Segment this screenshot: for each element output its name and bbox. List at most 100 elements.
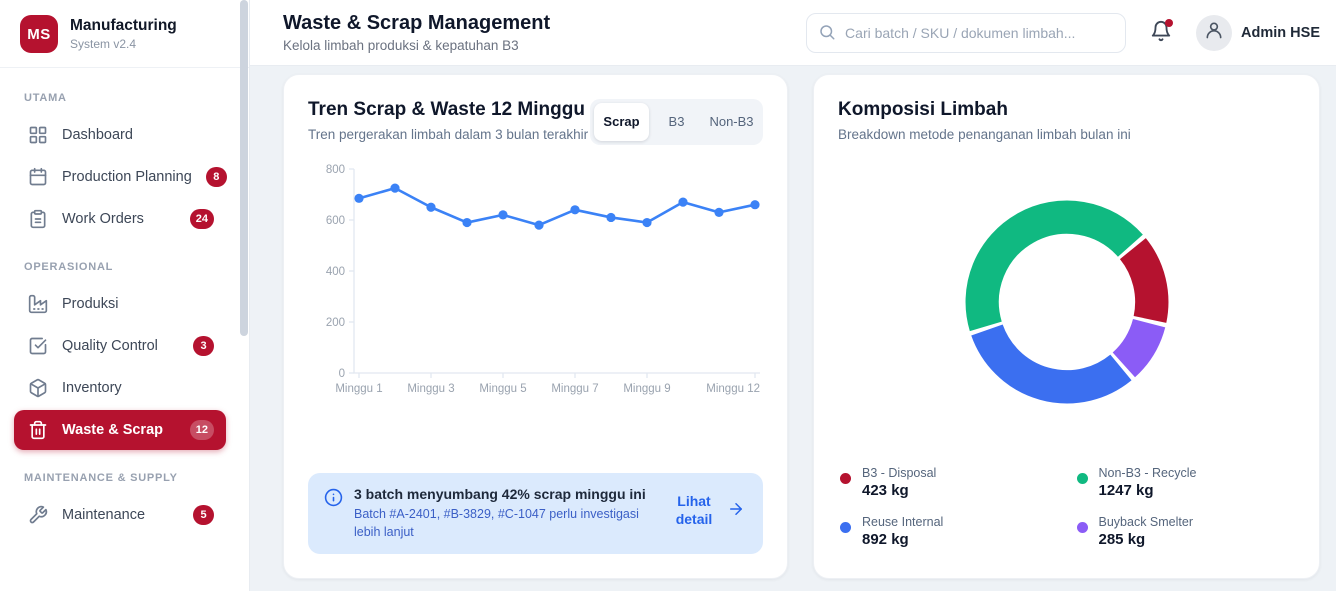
svg-text:400: 400	[326, 266, 345, 278]
count-badge: 5	[193, 505, 214, 525]
line-chart-point	[750, 200, 759, 209]
line-chart-point	[678, 198, 687, 207]
svg-text:Minggu 3: Minggu 3	[407, 383, 454, 395]
avatar	[1196, 15, 1232, 51]
topbar-actions: Admin HSE	[806, 13, 1320, 53]
notifications-button[interactable]	[1142, 14, 1180, 52]
view-detail-link[interactable]: Lihat detail	[668, 486, 747, 534]
app-root: MS Manufacturing System v2.4 UTAMA Dashb…	[0, 0, 1336, 591]
donut-segment-buyback-smelter	[1123, 323, 1148, 365]
app-logo: MS Manufacturing System v2.4	[0, 0, 249, 68]
legend-item-non-b3-recycle: Non-B3 - Recycle 1247 kg	[1077, 466, 1294, 499]
sidebar-item-dashboard[interactable]: Dashboard	[14, 115, 226, 155]
legend-item-buyback-smelter: Buyback Smelter 285 kg	[1077, 515, 1294, 548]
insight-description: Batch #A-2401, #B-3829, #C-1047 perlu in…	[354, 506, 654, 541]
count-badge: 12	[190, 420, 214, 440]
trend-card-header: Tren Scrap & Waste 12 Minggu Tren perger…	[308, 99, 763, 145]
svg-text:600: 600	[326, 215, 345, 227]
line-chart-point	[534, 221, 543, 230]
user-icon	[1204, 20, 1224, 45]
sidebar-item-label: Produksi	[62, 296, 118, 312]
nav-section-label: UTAMA	[0, 72, 240, 113]
sidebar-item-production-planning[interactable]: Production Planning 8	[14, 157, 226, 197]
donut-segment-b3-disposal	[1132, 248, 1151, 319]
sidebar-scrollbar-thumb[interactable]	[240, 0, 248, 336]
donut-chart-area	[838, 144, 1295, 464]
page-subtitle: Kelola limbah produksi & kepatuhan B3	[283, 38, 550, 53]
line-chart-point	[714, 208, 723, 217]
legend-label: Buyback Smelter	[1099, 515, 1193, 529]
sidebar-item-waste-scrap[interactable]: Waste & Scrap 12	[14, 410, 226, 450]
sidebar-item-maintenance[interactable]: Maintenance 5	[14, 495, 226, 535]
svg-text:200: 200	[326, 317, 345, 329]
sidebar-item-label: Dashboard	[62, 127, 133, 143]
factory-icon	[28, 294, 48, 314]
legend-label: Reuse Internal	[862, 515, 943, 529]
svg-text:Minggu 1: Minggu 1	[335, 383, 382, 395]
line-chart-point	[462, 218, 471, 227]
tab-b3[interactable]: B3	[649, 103, 704, 141]
legend-value: 892 kg	[862, 531, 943, 548]
check-square-icon	[28, 336, 48, 356]
svg-text:0: 0	[339, 368, 345, 380]
donut-segment-non-b3-recycle	[982, 217, 1130, 326]
trend-card: Tren Scrap & Waste 12 Minggu Tren perger…	[283, 74, 788, 579]
nav-section-label: MAINTENANCE & SUPPLY	[0, 452, 240, 493]
package-icon	[28, 378, 48, 398]
trend-tab-group: Scrap B3 Non-B3	[590, 99, 763, 145]
wrench-icon	[28, 505, 48, 525]
search-input[interactable]	[806, 13, 1126, 53]
svg-text:Minggu 7: Minggu 7	[551, 383, 598, 395]
composition-card: Komposisi Limbah Breakdown metode penang…	[813, 74, 1320, 579]
app-version: System v2.4	[70, 37, 177, 51]
trend-card-title: Tren Scrap & Waste 12 Minggu	[308, 99, 588, 121]
sidebar-item-quality-control[interactable]: Quality Control 3	[14, 326, 226, 366]
legend-value: 423 kg	[862, 482, 936, 499]
line-chart: 0 200 400 600 800 Minggu 1 Minggu 3 Minggu 5 Min…	[308, 155, 763, 407]
sidebar-item-label: Waste & Scrap	[62, 422, 163, 438]
line-chart-point	[390, 184, 399, 193]
legend-label: Non-B3 - Recycle	[1099, 466, 1197, 480]
dashboard-content: Tren Scrap & Waste 12 Minggu Tren perger…	[250, 66, 1336, 591]
legend-item-reuse-internal: Reuse Internal 892 kg	[840, 515, 1057, 548]
legend-item-b3-disposal: B3 - Disposal 423 kg	[840, 466, 1057, 499]
sidebar-item-inventory[interactable]: Inventory	[14, 368, 226, 408]
calendar-icon	[28, 167, 48, 187]
legend-dot	[1077, 473, 1088, 484]
sidebar-item-work-orders[interactable]: Work Orders 24	[14, 199, 226, 239]
insight-title: 3 batch menyumbang 42% scrap minggu ini	[354, 486, 654, 502]
line-chart-point	[570, 205, 579, 214]
line-chart-point	[606, 213, 615, 222]
trend-card-subtitle: Tren pergerakan limbah dalam 3 bulan ter…	[308, 126, 588, 144]
trash-icon	[28, 420, 48, 440]
notification-dot	[1165, 19, 1173, 27]
legend-dot	[840, 473, 851, 484]
composition-card-subtitle: Breakdown metode penanganan limbah bulan…	[838, 126, 1295, 144]
user-name: Admin HSE	[1241, 25, 1320, 41]
sidebar-item-produksi[interactable]: Produksi	[14, 284, 226, 324]
line-chart-point	[642, 218, 651, 227]
tab-non-b3[interactable]: Non-B3	[704, 103, 759, 141]
donut-segment-reuse-internal	[986, 330, 1120, 387]
main-area: Waste & Scrap Management Kelola limbah p…	[250, 0, 1336, 591]
svg-text:Minggu 12: Minggu 12	[706, 383, 760, 395]
svg-text:Minggu 9: Minggu 9	[623, 383, 670, 395]
line-chart-point	[426, 203, 435, 212]
line-chart-point	[354, 194, 363, 203]
svg-text:800: 800	[326, 164, 345, 176]
line-chart-point	[498, 210, 507, 219]
svg-text:Minggu 5: Minggu 5	[479, 383, 526, 395]
count-badge: 3	[193, 336, 214, 356]
sidebar-item-label: Work Orders	[62, 211, 144, 227]
clipboard-icon	[28, 209, 48, 229]
legend-value: 285 kg	[1099, 531, 1193, 548]
user-menu[interactable]: Admin HSE	[1196, 15, 1320, 51]
legend-dot	[840, 522, 851, 533]
composition-card-title: Komposisi Limbah	[838, 99, 1295, 121]
donut-chart	[961, 196, 1173, 413]
search-icon	[818, 23, 836, 41]
sidebar-item-label: Quality Control	[62, 338, 158, 354]
sidebar: MS Manufacturing System v2.4 UTAMA Dashb…	[0, 0, 250, 591]
tab-scrap[interactable]: Scrap	[594, 103, 649, 141]
insight-banner: 3 batch menyumbang 42% scrap minggu ini …	[308, 473, 763, 554]
